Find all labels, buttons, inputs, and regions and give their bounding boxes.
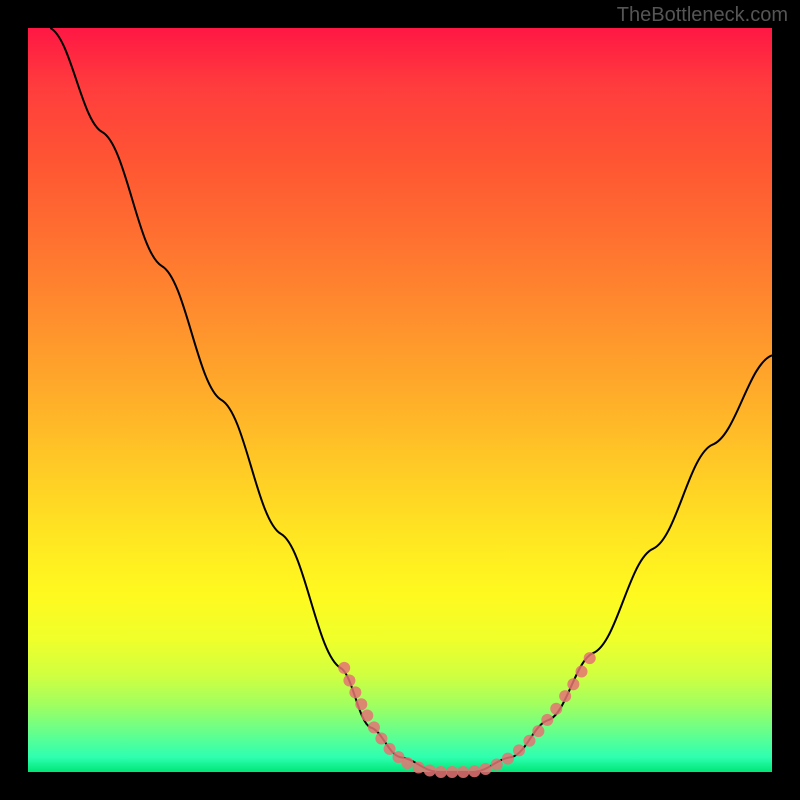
chart-dot — [349, 686, 361, 698]
chart-dot — [368, 721, 380, 733]
chart-dot — [523, 735, 535, 747]
chart-dot — [532, 725, 544, 737]
chart-dot — [413, 762, 425, 774]
chart-svg — [28, 28, 772, 772]
chart-dot — [401, 757, 413, 769]
chart-dot — [457, 766, 469, 778]
chart-dot — [375, 733, 387, 745]
chart-dot — [576, 666, 588, 678]
chart-dot — [361, 709, 373, 721]
chart-dot — [502, 753, 514, 765]
chart-dot — [343, 674, 355, 686]
watermark-text: TheBottleneck.com — [617, 4, 788, 27]
chart-dots-group — [338, 652, 596, 778]
chart-curve — [50, 28, 772, 772]
chart-dot — [384, 743, 396, 755]
chart-dot — [550, 703, 562, 715]
chart-dot — [559, 690, 571, 702]
chart-dot — [338, 662, 350, 674]
chart-dot — [446, 766, 458, 778]
chart-dot — [355, 698, 367, 710]
chart-dot — [513, 744, 525, 756]
chart-dot — [424, 765, 436, 777]
chart-dot — [567, 678, 579, 690]
chart-dot — [468, 765, 480, 777]
plot-area — [28, 28, 772, 772]
chart-dot — [435, 766, 447, 778]
chart-dot — [491, 759, 503, 771]
chart-dot — [584, 652, 596, 664]
chart-dot — [480, 763, 492, 775]
chart-dot — [541, 714, 553, 726]
